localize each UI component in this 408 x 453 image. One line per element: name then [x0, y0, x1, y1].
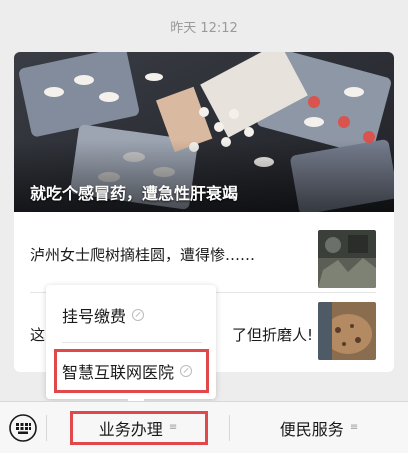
message-timestamp: 昨天 12:12: [170, 21, 238, 36]
menu-item-label: 挂号缴费: [62, 307, 127, 326]
menu-convenience-services[interactable]: 便民服务 ≡: [230, 402, 408, 453]
submenu-lines-icon: ≡: [349, 422, 359, 433]
article-cover-image[interactable]: 就吃个感冒药，遭急性肝衰竭: [14, 52, 394, 212]
article-item-title-right: 了但折磨人!: [232, 326, 314, 344]
mini-program-icon: [132, 309, 145, 321]
article-list-item[interactable]: 泸州女士爬树摘桂圆，遭得惨……: [14, 216, 394, 288]
keyboard-icon[interactable]: [8, 413, 38, 443]
highlight-box: [70, 411, 208, 445]
article-item-title: 泸州女士爬树摘桂圆，遭得惨……: [30, 246, 256, 264]
menu-label: 便民服务: [279, 419, 344, 439]
article-item-thumbnail: [318, 230, 376, 288]
highlight-box: [54, 349, 209, 393]
article-cover-title: 就吃个感冒药，遭急性肝衰竭: [30, 184, 239, 203]
popup-divider: [62, 342, 202, 343]
article-item-title-left: 这: [30, 326, 46, 344]
menu-item-register-pay[interactable]: 挂号缴费: [46, 289, 216, 341]
article-item-thumbnail: [318, 302, 376, 360]
